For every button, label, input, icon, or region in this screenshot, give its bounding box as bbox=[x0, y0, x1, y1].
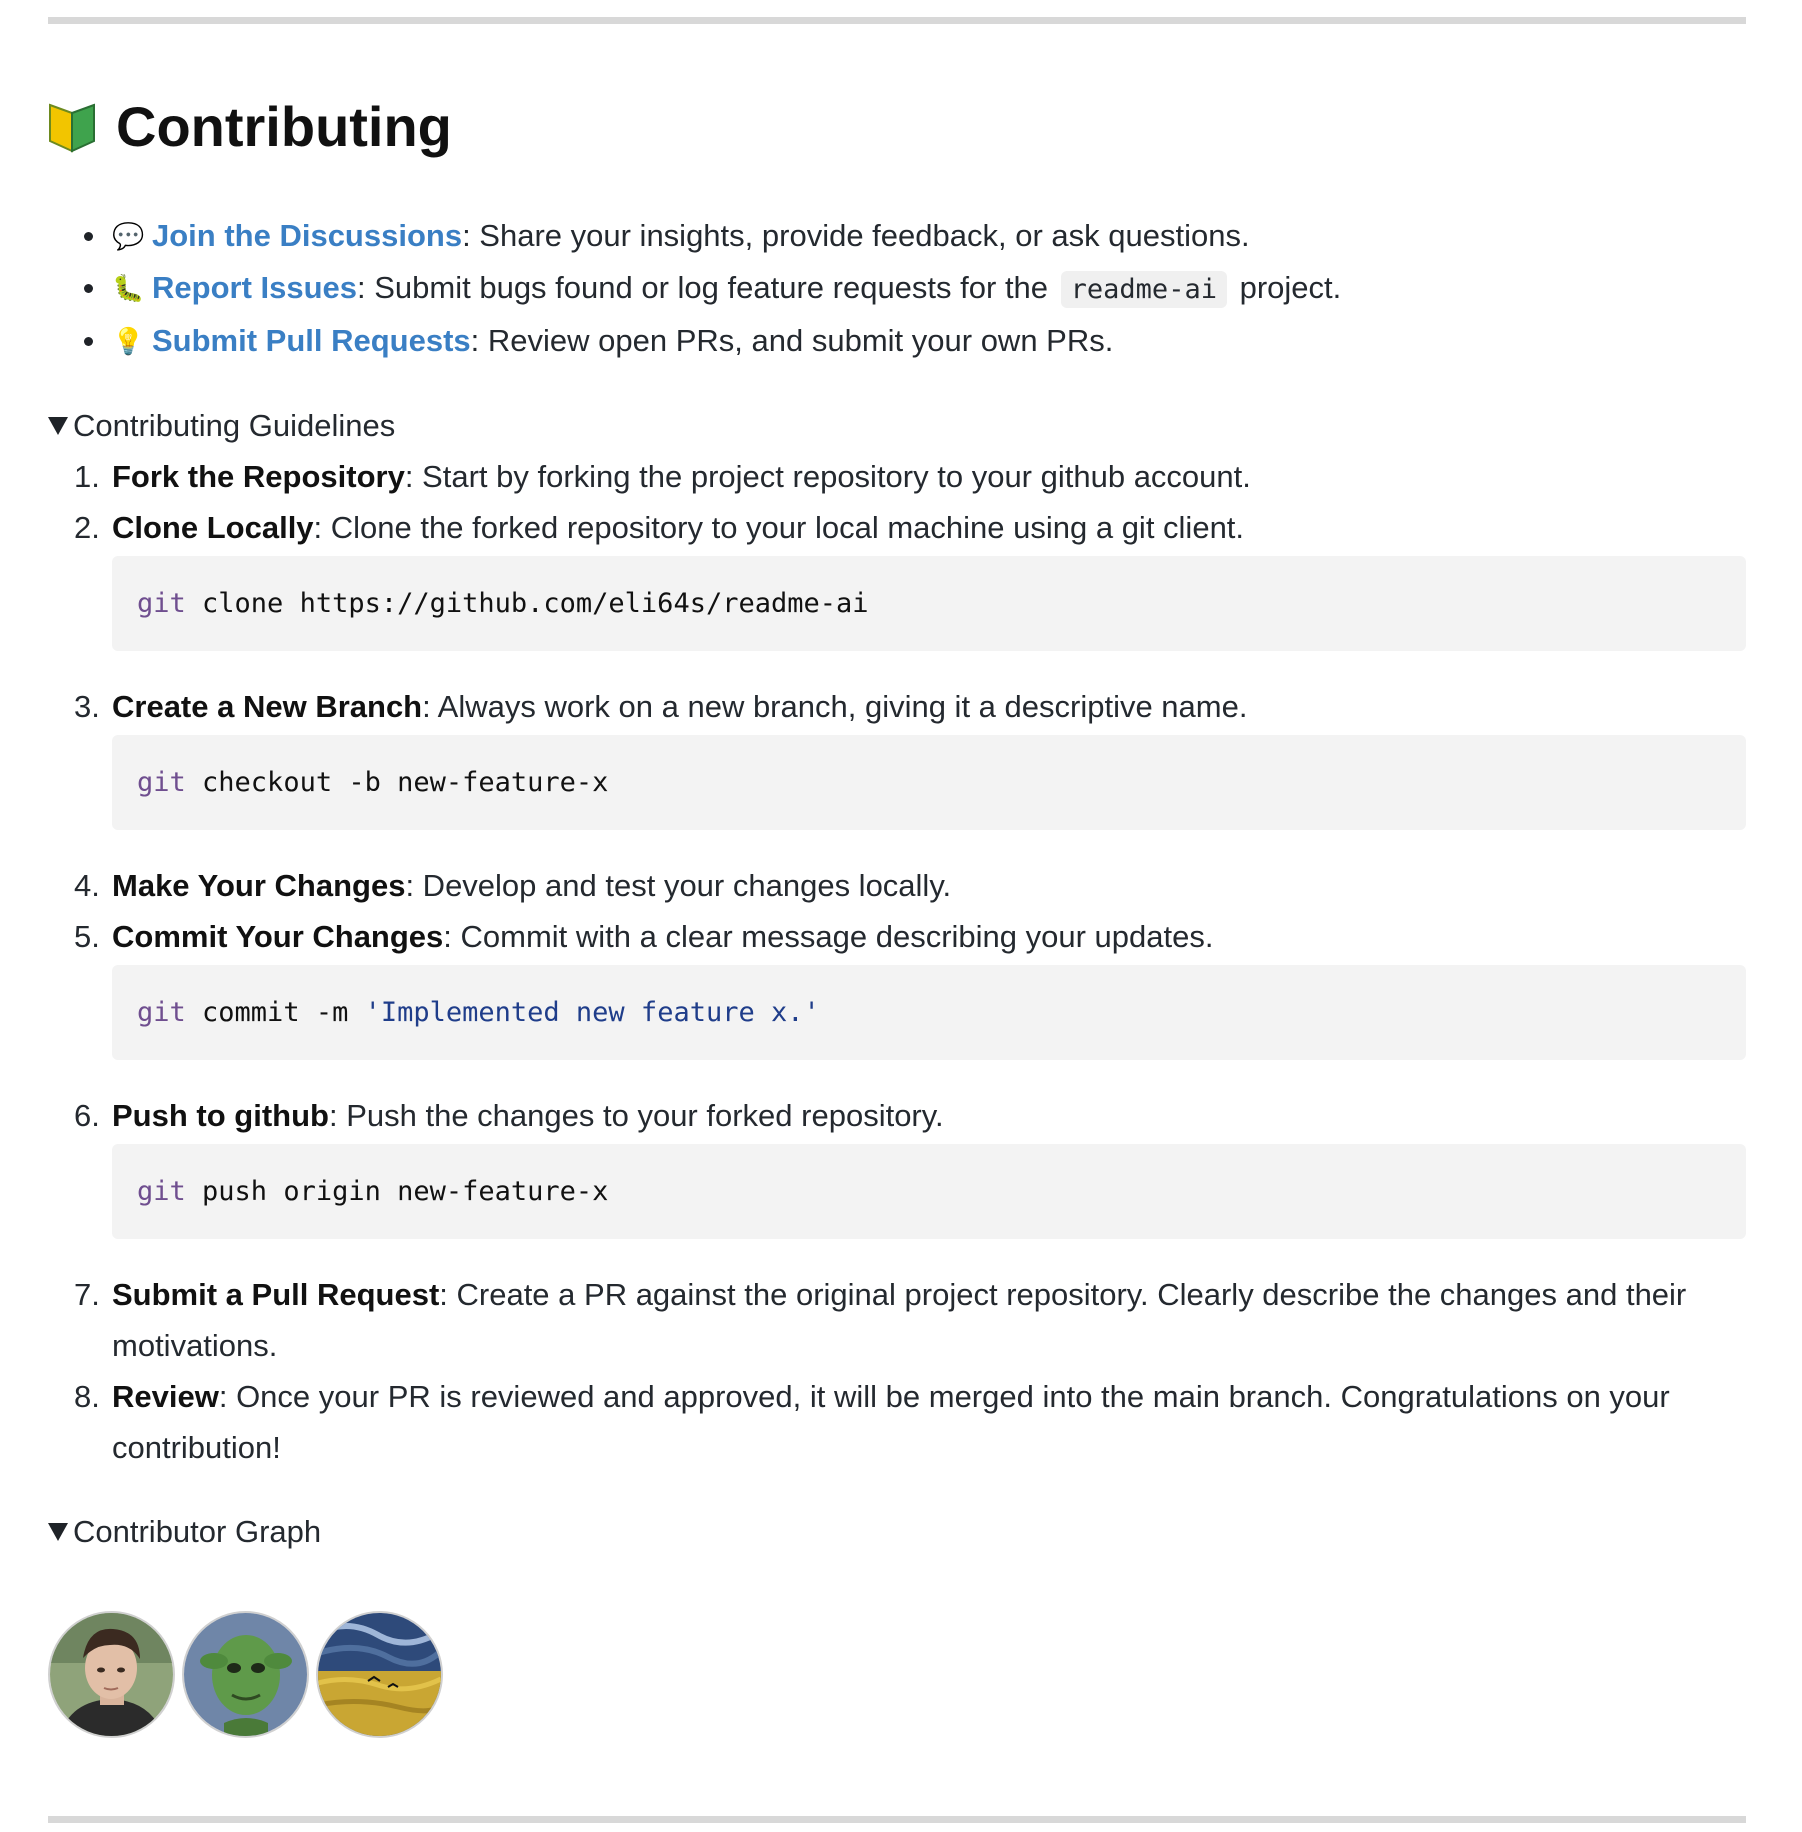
step-number: 7. bbox=[74, 1276, 100, 1312]
issues-description-before: : Submit bugs found or log feature reque… bbox=[357, 269, 1057, 305]
list-item-issues: 🐛 Report Issues: Submit bugs found or log… bbox=[48, 262, 1746, 315]
step-item: 6. Push to github: Push the changes to yo… bbox=[48, 1090, 1746, 1239]
step-number: 6. bbox=[74, 1097, 100, 1133]
code-keyword: git bbox=[137, 1175, 186, 1207]
step-number: 5. bbox=[74, 918, 100, 954]
step-title: Push to github bbox=[112, 1097, 329, 1133]
step-item: 8. Review: Once your PR is reviewed and a… bbox=[48, 1371, 1746, 1473]
bug-icon: 🐛 bbox=[112, 272, 145, 303]
code-block-checkout[interactable]: git checkout -b new-feature-x bbox=[112, 734, 1746, 830]
step-title: Commit Your Changes bbox=[112, 918, 444, 954]
contributor-graph-details: Contributor Graph bbox=[48, 1506, 1746, 1738]
top-horizontal-rule bbox=[48, 17, 1746, 24]
section-title: Contributing bbox=[116, 95, 452, 158]
speech-bubble-icon: 💬 bbox=[112, 220, 145, 251]
step-title: Make Your Changes bbox=[112, 867, 406, 903]
readme-section: Contributing 💬 Join the Discussions: Shar… bbox=[48, 0, 1746, 1823]
step-item: 2. Clone Locally: Clone the forked reposi… bbox=[48, 502, 1746, 651]
step-title: Review bbox=[112, 1378, 219, 1414]
step-number: 4. bbox=[74, 867, 100, 903]
graph-summary-label: Contributor Graph bbox=[73, 1513, 322, 1549]
pull-requests-description: : Review open PRs, and submit your own P… bbox=[470, 322, 1114, 358]
guidelines-steps-list: 1. Fork the Repository: Start by forking … bbox=[48, 451, 1746, 1473]
contribution-links-list: 💬 Join the Discussions: Share your insigh… bbox=[48, 210, 1746, 367]
step-title: Submit a Pull Request bbox=[112, 1276, 440, 1312]
step-number: 2. bbox=[74, 509, 100, 545]
beginner-shield-icon bbox=[48, 101, 96, 153]
code-text: clone https://github.com/eli64s/readme-a… bbox=[185, 587, 869, 619]
step-text: : Once your PR is reviewed and approved,… bbox=[112, 1378, 1670, 1465]
avatar-person-photo[interactable] bbox=[48, 1610, 175, 1738]
code-keyword: git bbox=[137, 766, 186, 798]
code-block-commit[interactable]: git commit -m 'Implemented new feature x… bbox=[112, 964, 1746, 1060]
list-item-discussions: 💬 Join the Discussions: Share your insigh… bbox=[48, 210, 1746, 262]
issues-description-after: project. bbox=[1230, 269, 1342, 305]
bottom-horizontal-rule bbox=[48, 1815, 1746, 1823]
code-string: 'Implemented new feature x.' bbox=[364, 996, 820, 1028]
step-title: Fork the Repository bbox=[112, 458, 405, 494]
step-text: : Start by forking the project repositor… bbox=[404, 458, 1251, 494]
step-number: 3. bbox=[74, 688, 100, 724]
code-keyword: git bbox=[137, 996, 186, 1028]
guidelines-summary-label: Contributing Guidelines bbox=[73, 407, 396, 443]
contributing-guidelines-details: Contributing Guidelines 1. Fork the Repos… bbox=[48, 400, 1746, 1473]
list-item-pull-requests: 💡 Submit Pull Requests: Review open PRs, … bbox=[48, 315, 1746, 367]
code-text: commit -m bbox=[185, 996, 365, 1028]
avatar-wheatfield-painting[interactable] bbox=[316, 1610, 443, 1738]
code-block-clone[interactable]: git clone https://github.com/eli64s/read… bbox=[112, 555, 1746, 651]
code-text: push origin new-feature-x bbox=[185, 1175, 609, 1207]
disclosure-triangle-icon bbox=[48, 1523, 68, 1542]
step-text: : Commit with a clear message describing… bbox=[443, 918, 1214, 954]
contributing-guidelines-toggle[interactable]: Contributing Guidelines bbox=[48, 400, 1746, 451]
step-text: : Clone the forked repository to your lo… bbox=[313, 509, 1245, 545]
step-item: 3. Create a New Branch: Always work on a … bbox=[48, 681, 1746, 830]
step-item: 1. Fork the Repository: Start by forking … bbox=[48, 451, 1746, 502]
contributor-graph-toggle[interactable]: Contributor Graph bbox=[48, 1506, 1746, 1557]
step-title: Create a New Branch bbox=[112, 688, 423, 724]
step-item: 5. Commit Your Changes: Commit with a cle… bbox=[48, 911, 1746, 1060]
step-text: : Develop and test your changes locally. bbox=[405, 867, 952, 903]
code-block-push[interactable]: git push origin new-feature-x bbox=[112, 1143, 1746, 1239]
project-name-code: readme-ai bbox=[1060, 270, 1227, 308]
code-keyword: git bbox=[137, 587, 186, 619]
submit-pull-requests-link[interactable]: Submit Pull Requests bbox=[152, 323, 471, 358]
code-text: checkout -b new-feature-x bbox=[185, 766, 609, 798]
join-discussions-link[interactable]: Join the Discussions bbox=[152, 218, 462, 253]
step-title: Clone Locally bbox=[112, 509, 314, 545]
avatar-green-creature[interactable] bbox=[182, 1610, 309, 1738]
report-issues-link[interactable]: Report Issues bbox=[152, 270, 357, 305]
lightbulb-icon: 💡 bbox=[112, 325, 145, 356]
discussions-description: : Share your insights, provide feedback,… bbox=[462, 217, 1250, 253]
step-text: : Push the changes to your forked reposi… bbox=[328, 1097, 944, 1133]
disclosure-triangle-icon bbox=[48, 417, 68, 436]
step-number: 1. bbox=[74, 458, 100, 494]
step-text: : Always work on a new branch, giving it… bbox=[422, 688, 1248, 724]
contributor-avatars bbox=[48, 1610, 1746, 1738]
step-item: 7. Submit a Pull Request: Create a PR aga… bbox=[48, 1269, 1746, 1371]
step-item: 4. Make Your Changes: Develop and test yo… bbox=[48, 860, 1746, 911]
step-number: 8. bbox=[74, 1378, 100, 1414]
section-heading: Contributing bbox=[48, 96, 1746, 158]
